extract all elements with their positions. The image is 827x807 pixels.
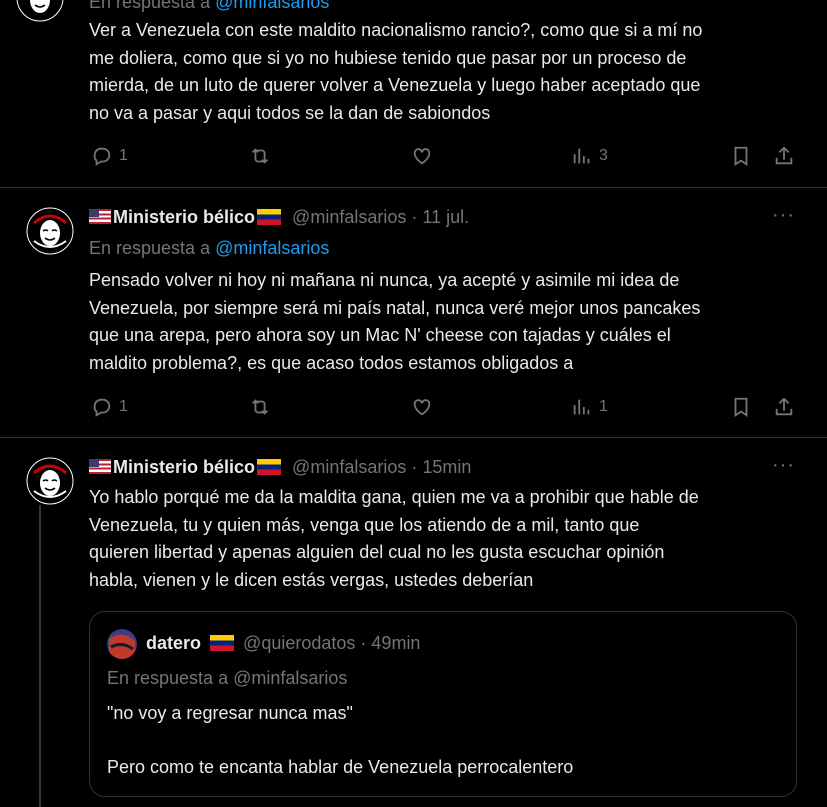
venezuela-flag-icon — [257, 459, 282, 475]
bookmark-button[interactable] — [730, 145, 752, 167]
quoted-text-line-1: "no voy a regresar nunca mas" — [107, 703, 353, 723]
quoted-handle: @quierodatos — [243, 633, 356, 653]
reply-to-line: En respuesta a @minfalsarios — [89, 238, 330, 258]
timestamp[interactable]: 11 jul. — [422, 207, 469, 227]
us-flag-icon — [89, 209, 111, 224]
disobey-logo-icon — [26, 207, 74, 255]
disobey-logo-icon — [16, 0, 64, 22]
retweet-button[interactable] — [249, 145, 271, 167]
display-name: Ministerio bélico — [113, 207, 256, 227]
avatar[interactable] — [26, 457, 74, 505]
reply-count: 1 — [119, 147, 128, 164]
heart-icon — [413, 399, 431, 416]
share-button[interactable] — [773, 396, 795, 418]
thread-connector-line — [39, 505, 41, 807]
separator-dot: · — [411, 207, 418, 227]
quoted-tweet-card[interactable]: datero @quierodatos · 49min En respuesta… — [89, 611, 797, 797]
quoted-header: datero @quierodatos · 49min — [146, 633, 420, 654]
like-button[interactable] — [411, 396, 433, 418]
tweet-text: Yo hablo porqué me da la maldita gana, q… — [89, 487, 699, 590]
disobey-logo-icon — [26, 457, 74, 505]
reply-icon — [93, 147, 111, 166]
heart-icon — [413, 148, 431, 165]
retweet-button[interactable] — [249, 396, 271, 418]
tweet-header: Ministerio bélico @minfalsarios · 11 jul… — [89, 207, 469, 228]
bookmark-button[interactable] — [730, 396, 752, 418]
reply-count: 1 — [119, 398, 128, 415]
views-button[interactable]: 3 — [571, 145, 608, 167]
quoted-timestamp: 49min — [371, 633, 421, 653]
quoted-reply-to-line: En respuesta a @minfalsarios — [107, 668, 348, 688]
tweet-text: Ver a Venezuela con este maldito naciona… — [89, 20, 703, 123]
tweet-text: Pensado volver ni hoy ni mañana ni nunca… — [89, 270, 701, 373]
divider — [0, 437, 827, 438]
retweet-icon — [252, 148, 268, 164]
us-flag-icon — [89, 459, 111, 474]
bookmark-icon — [734, 146, 748, 166]
avatar[interactable] — [16, 0, 64, 22]
quoted-avatar-image-icon — [107, 629, 137, 659]
display-name: Ministerio bélico — [113, 457, 256, 477]
share-button[interactable] — [773, 145, 795, 167]
like-button[interactable] — [411, 145, 433, 167]
quoted-display-name: datero — [146, 633, 202, 653]
reply-handle-link[interactable]: @minfalsarios — [215, 238, 329, 258]
venezuela-flag-icon — [210, 635, 235, 651]
reply-icon — [93, 398, 111, 417]
timestamp[interactable]: 15min — [422, 457, 471, 477]
views-button[interactable]: 1 — [571, 396, 608, 418]
retweet-icon — [252, 399, 268, 415]
more-options-icon[interactable]: ··· — [772, 204, 795, 227]
quoted-avatar[interactable] — [107, 629, 137, 659]
views-count: 1 — [599, 398, 608, 415]
analytics-icon — [573, 148, 590, 164]
display-name-link[interactable]: Ministerio bélico — [89, 457, 282, 477]
divider — [0, 187, 827, 188]
reply-button[interactable]: 1 — [91, 396, 128, 418]
venezuela-flag-icon — [257, 209, 282, 225]
reply-handle-link[interactable]: @minfalsarios — [215, 0, 329, 12]
share-icon — [775, 146, 793, 165]
share-icon — [775, 397, 793, 416]
user-handle[interactable]: @minfalsarios — [292, 207, 406, 227]
display-name-link[interactable]: Ministerio bélico — [89, 207, 282, 227]
quoted-text-line-2: Pero como te encanta hablar de Venezuela… — [107, 757, 574, 777]
views-count: 3 — [599, 147, 608, 164]
tweet-header: Ministerio bélico @minfalsarios · 15min — [89, 457, 471, 478]
separator-dot: · — [411, 457, 418, 477]
analytics-icon — [573, 399, 590, 415]
user-handle[interactable]: @minfalsarios — [292, 457, 406, 477]
reply-to-line: En respuesta a @minfalsarios — [89, 0, 329, 13]
avatar[interactable] — [26, 207, 74, 255]
reply-button[interactable]: 1 — [91, 145, 128, 167]
bookmark-icon — [734, 397, 748, 417]
separator-dot: · — [360, 633, 367, 653]
more-options-icon[interactable]: ··· — [772, 454, 795, 477]
